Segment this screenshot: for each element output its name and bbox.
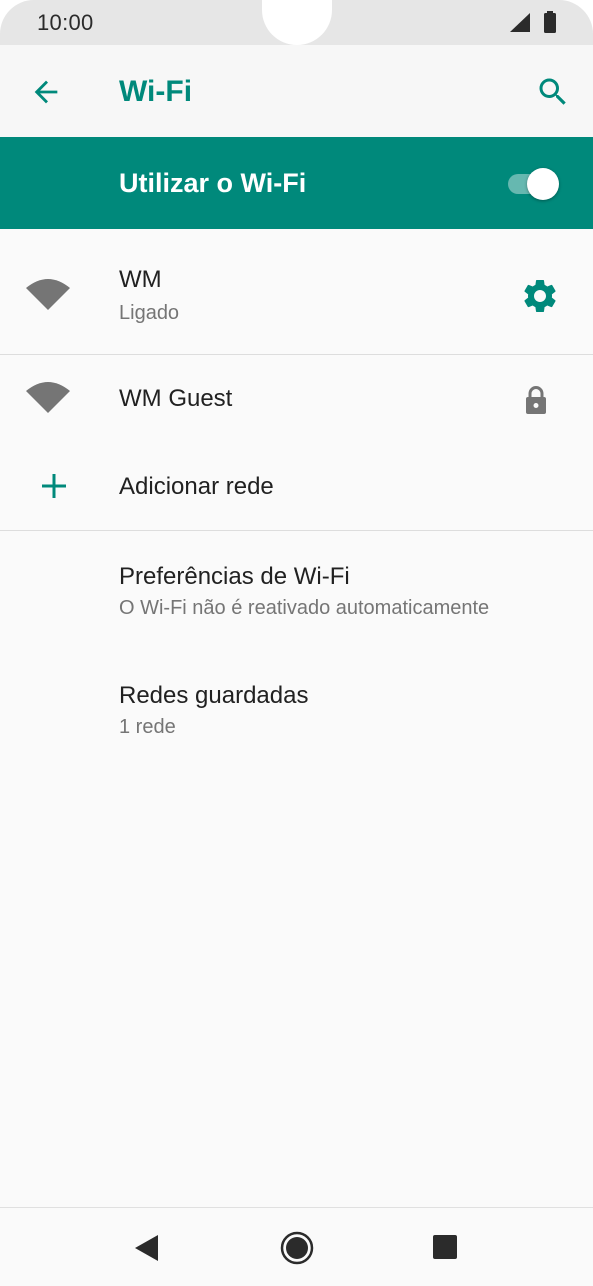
app-bar: Wi-Fi xyxy=(0,45,593,137)
network-item-wm-guest[interactable]: WM Guest xyxy=(0,355,593,443)
add-network-item[interactable]: Adicionar rede xyxy=(0,443,593,530)
add-network-label: Adicionar rede xyxy=(119,473,274,500)
saved-networks-subtitle: 1 rede xyxy=(119,716,176,738)
wifi-preferences-title: Preferências de Wi-Fi xyxy=(119,563,350,590)
wifi-signal-icon xyxy=(26,382,70,413)
network-status: Ligado xyxy=(119,302,180,324)
page-title: Wi-Fi xyxy=(119,75,193,108)
use-wifi-label: Utilizar o Wi-Fi xyxy=(119,168,307,198)
network-item-wm[interactable]: WM Ligado xyxy=(0,230,593,354)
arrow-back-icon[interactable] xyxy=(29,75,63,109)
network-name: WM Guest xyxy=(119,385,233,412)
plus-icon xyxy=(42,474,66,498)
saved-networks-title: Redes guardadas xyxy=(119,682,309,709)
status-bar: 10:00 xyxy=(0,0,593,45)
network-name: WM xyxy=(119,266,162,293)
search-icon[interactable] xyxy=(535,74,571,110)
wifi-preferences-subtitle: O Wi-Fi não é reativado automaticamente xyxy=(119,597,490,619)
nav-recents-square-icon[interactable] xyxy=(432,1234,458,1260)
nav-back-triangle-icon[interactable] xyxy=(134,1234,160,1262)
wifi-toggle-thumb[interactable] xyxy=(527,168,559,200)
navigation-bar xyxy=(0,1207,593,1286)
lock-icon xyxy=(526,386,546,414)
gear-icon[interactable] xyxy=(520,276,560,316)
wifi-signal-icon xyxy=(26,279,70,310)
wifi-preferences-item[interactable]: Preferências de Wi-Fi O Wi-Fi não é reat… xyxy=(0,531,593,649)
nav-home-circle-icon[interactable] xyxy=(280,1231,314,1265)
use-wifi-master-switch[interactable]: Utilizar o Wi-Fi xyxy=(0,137,593,229)
saved-networks-item[interactable]: Redes guardadas 1 rede xyxy=(0,650,593,768)
battery-icon xyxy=(544,11,556,33)
wifi-settings-screen: 10:00 Wi-Fi Utilizar o Wi-Fi WM Ligado W… xyxy=(0,0,593,1286)
cellular-signal-icon xyxy=(510,13,530,32)
status-time: 10:00 xyxy=(37,10,94,35)
camera-notch xyxy=(262,0,332,45)
